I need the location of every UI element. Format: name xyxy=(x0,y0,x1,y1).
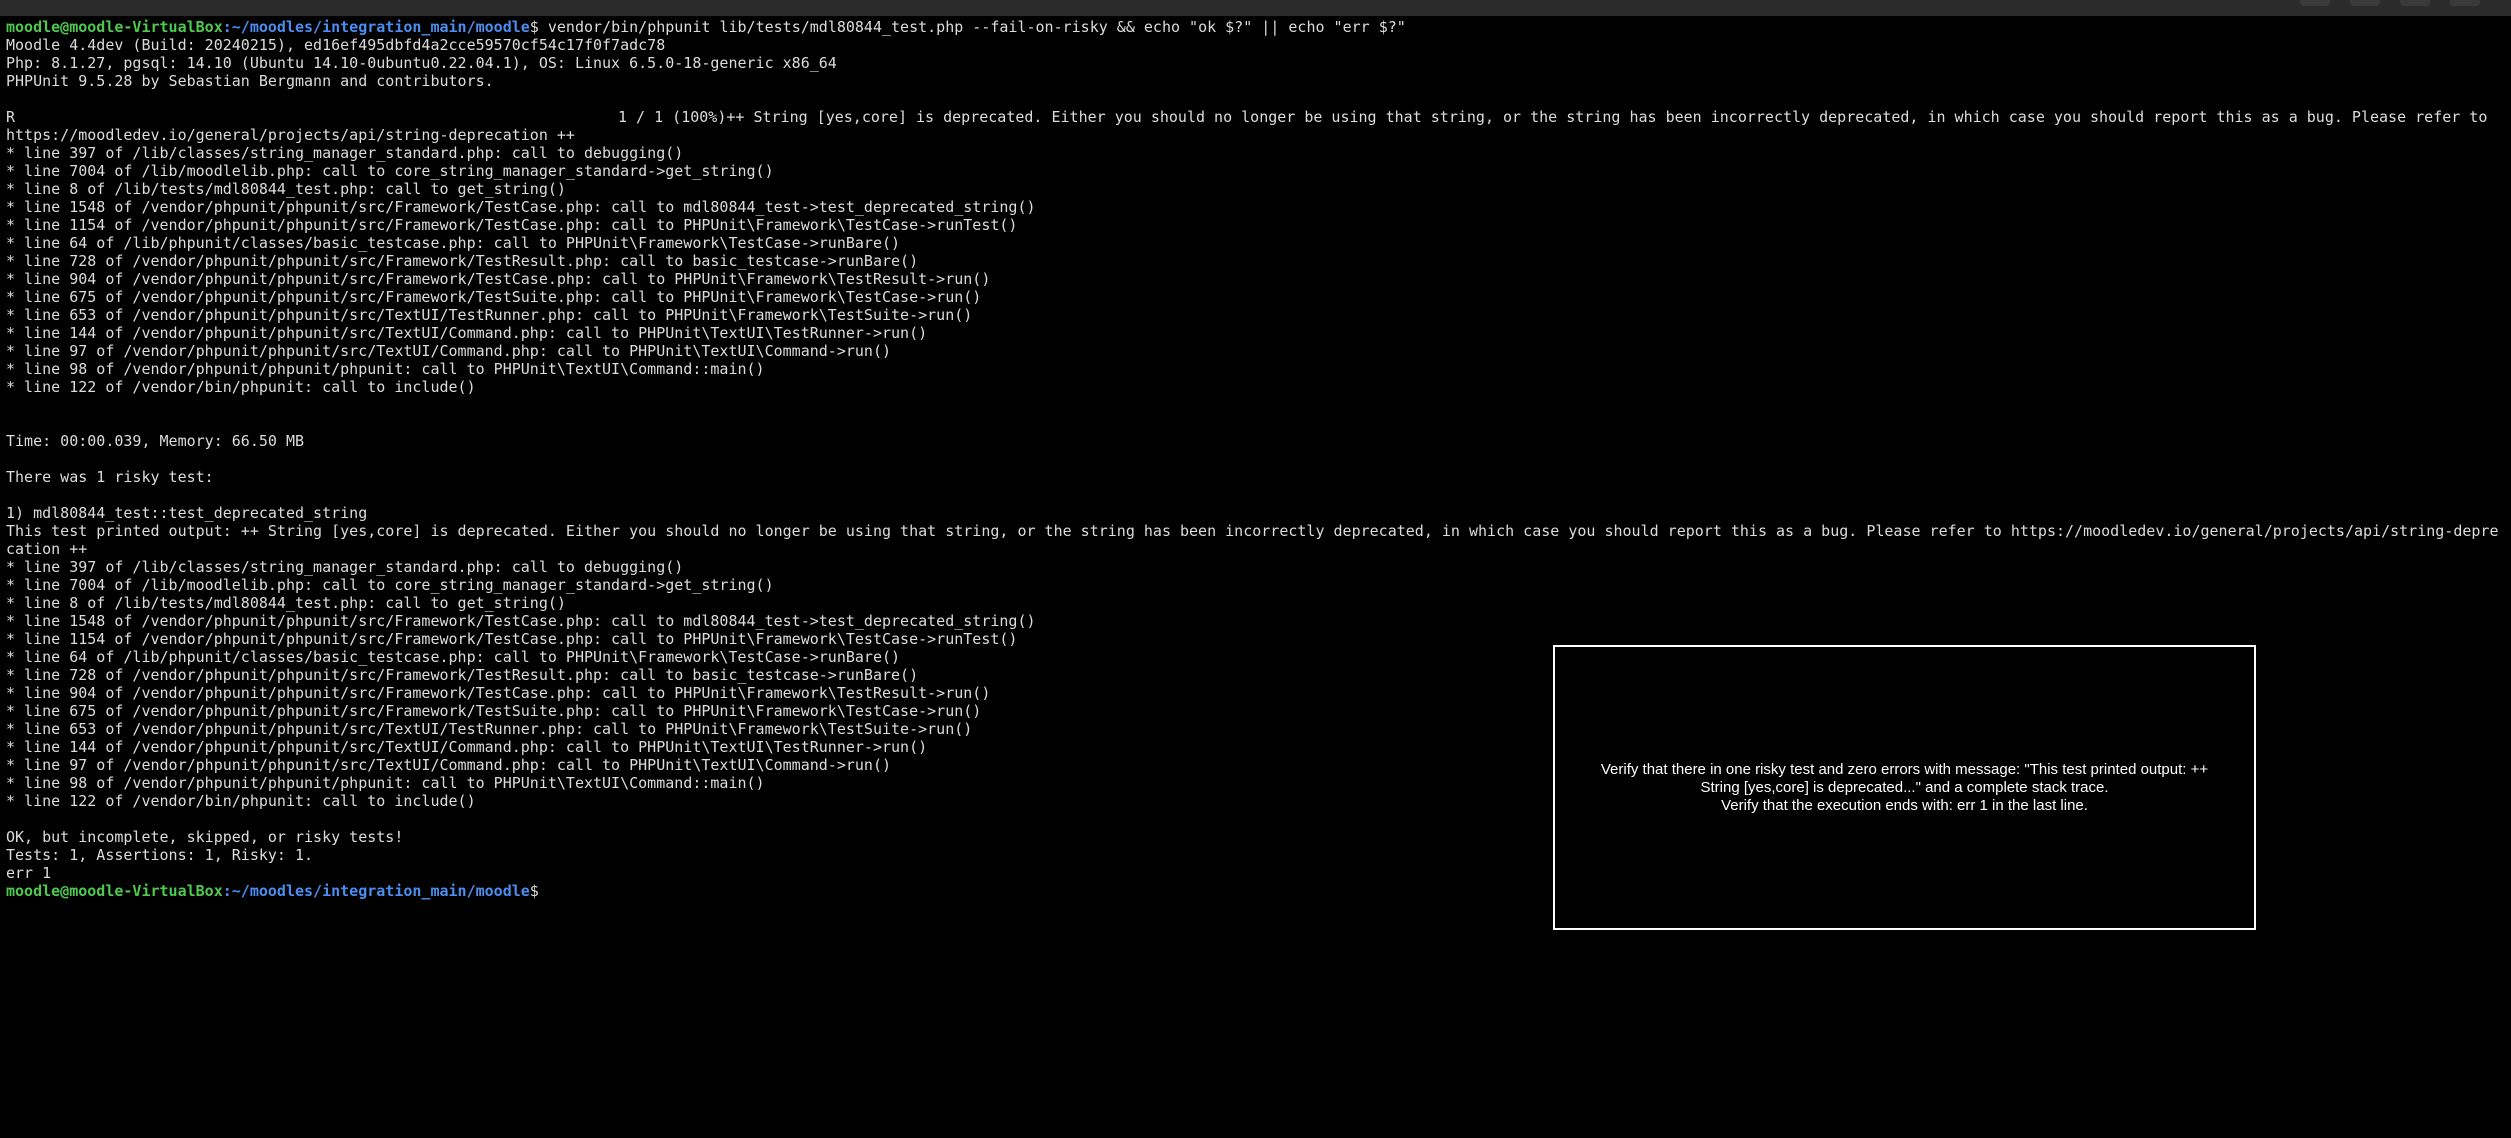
progress-count: 1 / 1 (100%) xyxy=(618,108,727,126)
trace-line: * line 397 of /lib/classes/string_manage… xyxy=(6,558,684,576)
trace-line: * line 1548 of /vendor/phpunit/phpunit/s… xyxy=(6,612,1036,630)
instruction-line: Verify that there in one risky test and … xyxy=(1600,760,2209,778)
risky-header: There was 1 risky test: xyxy=(6,468,214,486)
prompt-symbol: $ xyxy=(529,18,548,36)
command-line: moodle@moodle-VirtualBox:~/moodles/integ… xyxy=(6,18,2505,36)
terminal-output[interactable]: moodle@moodle-VirtualBox:~/moodles/integ… xyxy=(6,18,2505,1138)
window-control-button[interactable] xyxy=(2350,0,2380,6)
risky-test-name: 1) mdl80844_test::test_deprecated_string xyxy=(6,504,368,522)
prompt-symbol: $ xyxy=(529,882,548,900)
instruction-line: String [yes,core] is deprecated..." and … xyxy=(1700,778,2109,796)
prompt-user-host: moodle@moodle-VirtualBox xyxy=(6,18,223,36)
trace-line: * line 1154 of /vendor/phpunit/phpunit/s… xyxy=(6,216,1018,234)
trace-line: * line 7004 of /lib/moodlelib.php: call … xyxy=(6,162,774,180)
php-version-line: Php: 8.1.27, pgsql: 14.10 (Ubuntu 14.10-… xyxy=(6,54,837,72)
progress-line: R 1 / 1 (100%)++ String [yes,core] is dep… xyxy=(6,108,2505,126)
trace-line: * line 97 of /vendor/phpunit/phpunit/src… xyxy=(6,342,892,360)
deprecation-message-continued: https://moodledev.io/general/projects/ap… xyxy=(6,126,575,144)
trace-line: * line 653 of /vendor/phpunit/phpunit/sr… xyxy=(6,306,973,324)
trace-line: * line 1548 of /vendor/phpunit/phpunit/s… xyxy=(6,198,1036,216)
window-control-button[interactable] xyxy=(2450,0,2480,6)
trace-line: * line 8 of /lib/tests/mdl80844_test.php… xyxy=(6,180,566,198)
trace-line: * line 98 of /vendor/phpunit/phpunit/php… xyxy=(6,360,765,378)
command-text: vendor/bin/phpunit lib/tests/mdl80844_te… xyxy=(547,18,1406,36)
instruction-overlay: Verify that there in one risky test and … xyxy=(1553,645,2256,930)
deprecation-message: ++ String [yes,core] is deprecated. Eith… xyxy=(726,108,2488,126)
time-memory-line: Time: 00:00.039, Memory: 66.50 MB xyxy=(6,432,305,450)
trace-line: * line 122 of /vendor/bin/phpunit: call … xyxy=(6,378,476,396)
trace-line: * line 904 of /vendor/phpunit/phpunit/sr… xyxy=(6,270,991,288)
instruction-text: Verify that there in one risky test and … xyxy=(1585,761,2225,815)
trace-line: * line 7004 of /lib/moodlelib.php: call … xyxy=(6,576,774,594)
trace-line: * line 64 of /lib/phpunit/classes/basic_… xyxy=(6,234,901,252)
trace-line: * line 397 of /lib/classes/string_manage… xyxy=(6,144,684,162)
phpunit-version-line: PHPUnit 9.5.28 by Sebastian Bergmann and… xyxy=(6,72,494,90)
prompt-path: :~/moodles/integration_main/moodle xyxy=(222,18,530,36)
risky-output-continued: cation ++ xyxy=(6,540,88,558)
instruction-line: Verify that the execution ends with: err… xyxy=(1721,796,2088,814)
window-control-button[interactable] xyxy=(2300,0,2330,6)
window-title-bar xyxy=(0,0,2511,16)
prompt-path: :~/moodles/integration_main/moodle xyxy=(222,882,530,900)
window-control-button[interactable] xyxy=(2400,0,2430,6)
prompt-user-host: moodle@moodle-VirtualBox xyxy=(6,882,223,900)
moodle-version-line: Moodle 4.4dev (Build: 20240215), ed16ef4… xyxy=(6,36,666,54)
progress-marker: R xyxy=(6,108,16,126)
trace-line: * line 675 of /vendor/phpunit/phpunit/sr… xyxy=(6,288,982,306)
risky-output: This test printed output: ++ String [yes… xyxy=(6,522,2499,540)
trace-line: * line 144 of /vendor/phpunit/phpunit/sr… xyxy=(6,324,928,342)
trace-line: * line 728 of /vendor/phpunit/phpunit/sr… xyxy=(6,252,919,270)
trace-line: * line 8 of /lib/tests/mdl80844_test.php… xyxy=(6,594,566,612)
